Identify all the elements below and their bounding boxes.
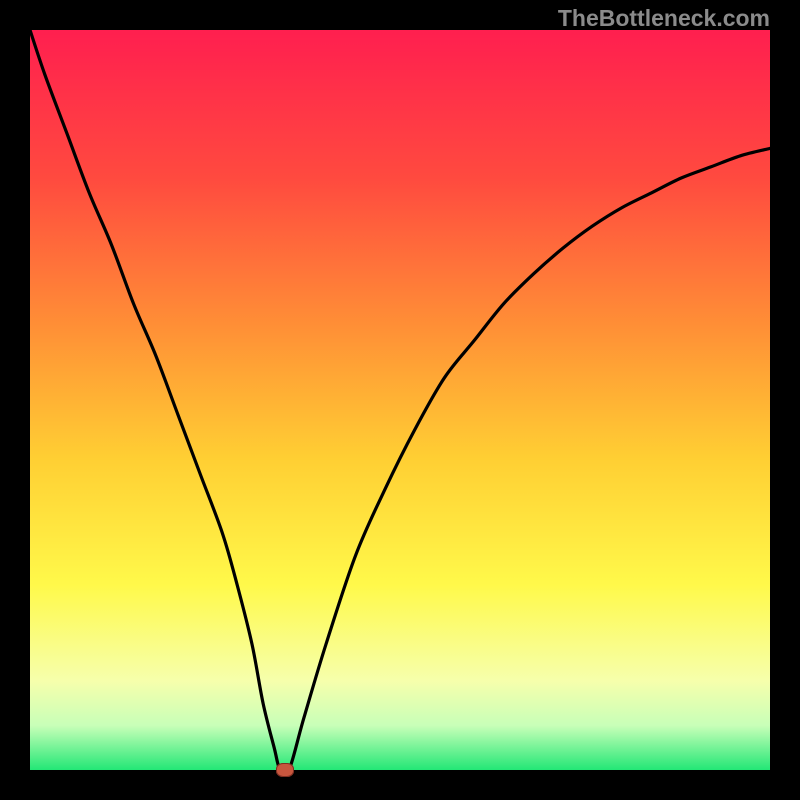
watermark-text: TheBottleneck.com [558, 5, 770, 32]
optimal-point-marker [276, 763, 294, 777]
outer-frame: TheBottleneck.com [0, 0, 800, 800]
plot-area [30, 30, 770, 770]
curve-layer [30, 30, 770, 770]
bottleneck-curve [30, 30, 770, 770]
